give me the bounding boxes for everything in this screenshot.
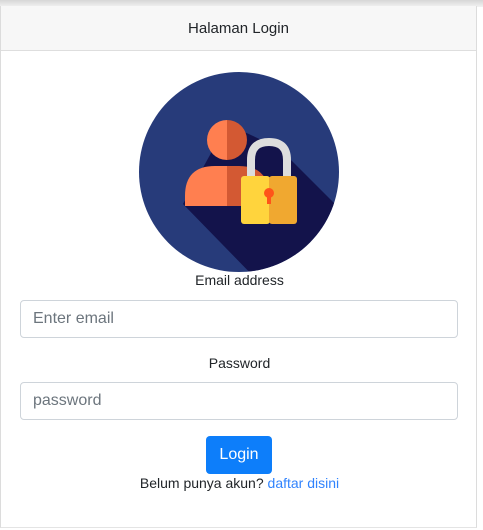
register-prompt: Belum punya akun? xyxy=(139,475,264,491)
register-link[interactable]: daftar disini xyxy=(268,475,340,491)
password-field[interactable] xyxy=(20,382,458,420)
keyhole-slot xyxy=(267,193,271,204)
email-label: Email address xyxy=(195,272,284,288)
card-header: Halaman Login xyxy=(1,6,476,51)
page-title: Halaman Login xyxy=(188,19,289,37)
register-line: Belum punya akun? daftar disini xyxy=(1,475,478,491)
password-label: Password xyxy=(208,355,271,371)
login-card: Halaman Login Email address Password Log… xyxy=(0,6,477,528)
lock-body-left xyxy=(241,176,270,224)
email-field[interactable] xyxy=(20,300,458,338)
user-lock-icon xyxy=(139,72,339,272)
login-button[interactable]: Login xyxy=(206,436,272,474)
lock-body-right xyxy=(269,176,297,224)
